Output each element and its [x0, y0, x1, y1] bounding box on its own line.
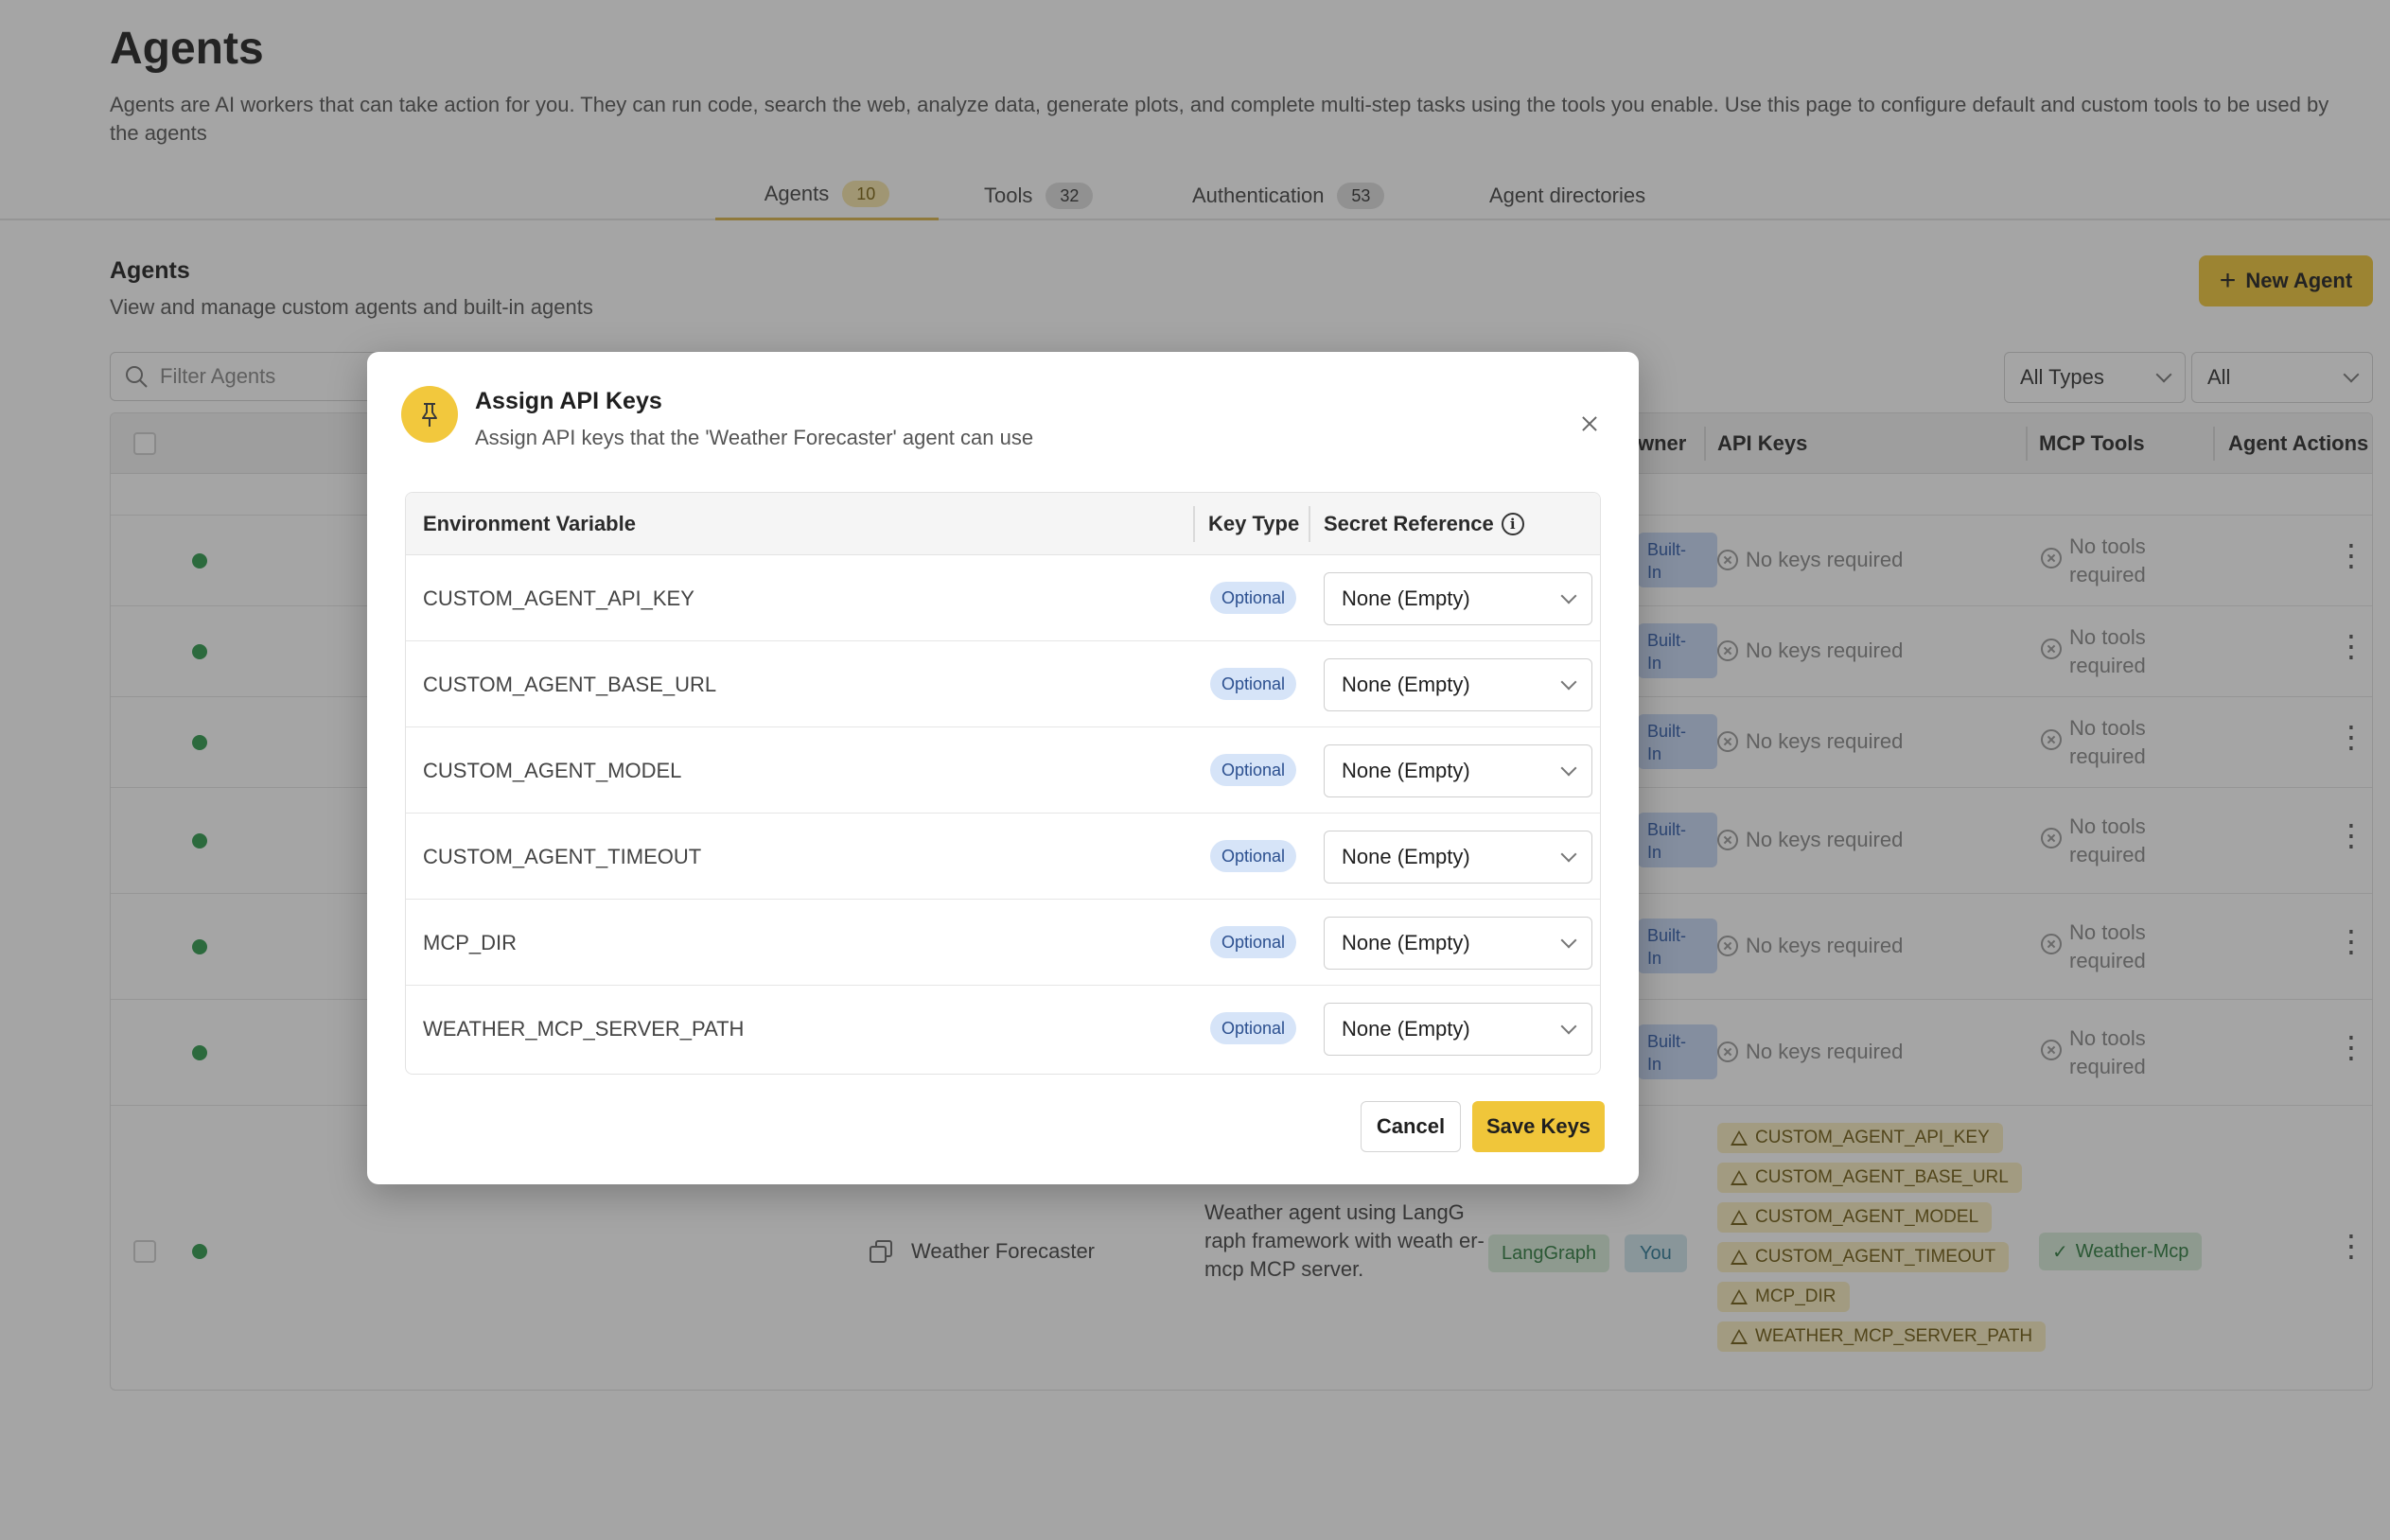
api-key-row: CUSTOM_AGENT_API_KEY Optional None (Empt… [406, 555, 1600, 641]
header-key-type: Key Type [1208, 512, 1300, 535]
key-type-badge: Optional [1210, 926, 1297, 958]
key-type-badge: Optional [1210, 668, 1297, 700]
secret-reference-value: None (Empty) [1342, 673, 1470, 696]
key-type-badge: Optional [1210, 840, 1297, 872]
secret-reference-select[interactable]: None (Empty) [1324, 1003, 1592, 1056]
chevron-down-icon [1560, 1018, 1577, 1035]
close-icon[interactable] [1574, 409, 1605, 439]
header-secret-reference: Secret Reference i [1324, 493, 1524, 555]
env-var-name: MCP_DIR [423, 930, 518, 954]
secret-reference-value: None (Empty) [1342, 759, 1470, 782]
secret-reference-select[interactable]: None (Empty) [1324, 744, 1592, 797]
api-key-row: MCP_DIR Optional None (Empty) [406, 900, 1600, 986]
key-type-badge: Optional [1210, 1012, 1297, 1044]
header-environment-variable: Environment Variable [423, 512, 636, 535]
secret-reference-value: None (Empty) [1342, 931, 1470, 954]
chevron-down-icon [1560, 587, 1577, 604]
env-var-name: CUSTOM_AGENT_MODEL [423, 758, 682, 782]
secret-reference-select[interactable]: None (Empty) [1324, 572, 1592, 625]
agents-page: Agents Agents are AI workers that can ta… [0, 0, 2390, 1540]
header-secret-reference-label: Secret Reference [1324, 512, 1494, 535]
header-separator [1309, 506, 1310, 542]
save-keys-button[interactable]: Save Keys [1472, 1101, 1605, 1152]
env-var-name: CUSTOM_AGENT_TIMEOUT [423, 844, 702, 868]
secret-reference-select[interactable]: None (Empty) [1324, 917, 1592, 970]
pin-icon [401, 386, 458, 443]
chevron-down-icon [1560, 674, 1577, 691]
api-key-row: CUSTOM_AGENT_TIMEOUT Optional None (Empt… [406, 814, 1600, 900]
chevron-down-icon [1560, 932, 1577, 949]
api-keys-table: Environment Variable Key Type Secret Ref… [405, 492, 1601, 1075]
secret-reference-select[interactable]: None (Empty) [1324, 658, 1592, 711]
env-var-name: CUSTOM_AGENT_BASE_URL [423, 672, 717, 696]
api-keys-table-header: Environment Variable Key Type Secret Ref… [406, 493, 1600, 555]
assign-api-keys-modal: Assign API Keys Assign API keys that the… [367, 352, 1639, 1184]
api-key-row: CUSTOM_AGENT_MODEL Optional None (Empty) [406, 727, 1600, 814]
secret-reference-select[interactable]: None (Empty) [1324, 831, 1592, 884]
modal-title: Assign API Keys [475, 388, 662, 414]
chevron-down-icon [1560, 846, 1577, 863]
cancel-button[interactable]: Cancel [1361, 1101, 1461, 1152]
env-var-name: WEATHER_MCP_SERVER_PATH [423, 1016, 745, 1041]
secret-reference-value: None (Empty) [1342, 586, 1470, 610]
env-var-name: CUSTOM_AGENT_API_KEY [423, 586, 694, 610]
secret-reference-value: None (Empty) [1342, 1017, 1470, 1041]
info-icon[interactable]: i [1501, 513, 1524, 535]
api-key-row: WEATHER_MCP_SERVER_PATH Optional None (E… [406, 986, 1600, 1072]
key-type-badge: Optional [1210, 582, 1297, 614]
header-separator [1193, 506, 1195, 542]
key-type-badge: Optional [1210, 754, 1297, 786]
secret-reference-value: None (Empty) [1342, 845, 1470, 868]
modal-subtitle: Assign API keys that the 'Weather Foreca… [475, 426, 1034, 449]
chevron-down-icon [1560, 760, 1577, 777]
api-key-row: CUSTOM_AGENT_BASE_URL Optional None (Emp… [406, 641, 1600, 727]
